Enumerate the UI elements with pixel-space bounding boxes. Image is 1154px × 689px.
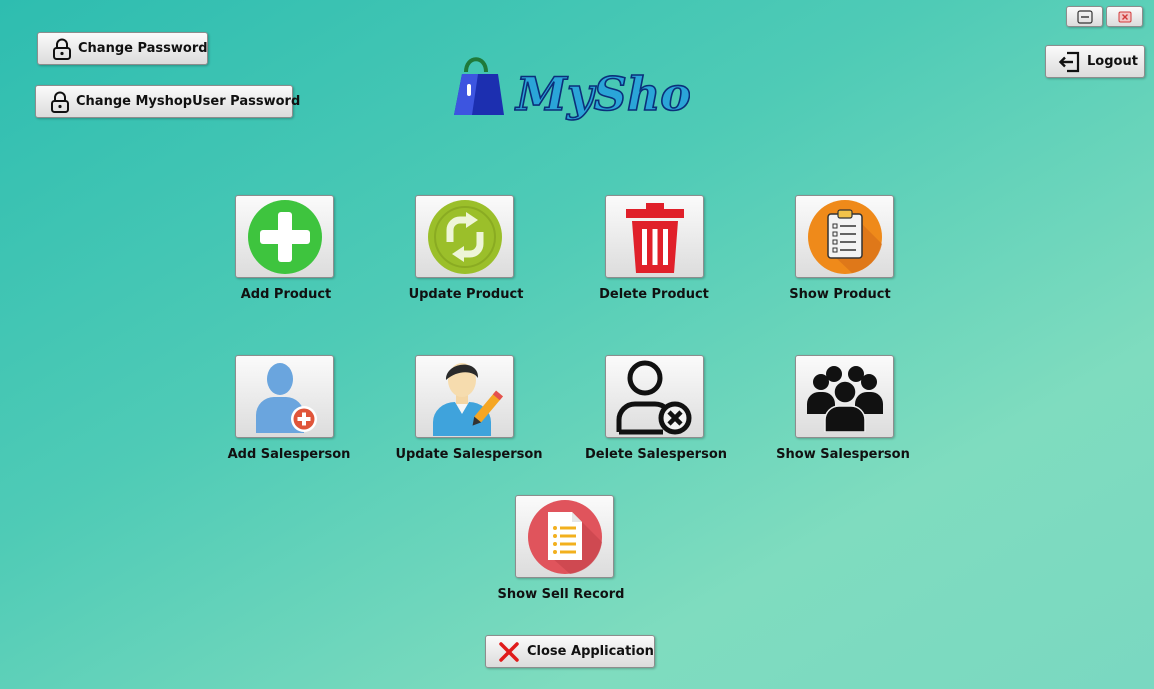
show-product-label: Show Product xyxy=(789,287,891,302)
lock-icon xyxy=(53,38,71,60)
delete-salesperson-button[interactable] xyxy=(605,355,704,438)
delete-salesperson-label: Delete Salesperson xyxy=(584,447,728,462)
show-salesperson-button[interactable] xyxy=(795,355,894,438)
refresh-icon xyxy=(427,199,502,274)
minimize-icon xyxy=(1076,9,1093,24)
update-salesperson-button[interactable] xyxy=(415,355,514,438)
change-myshopuser-password-button[interactable]: Change MyshopUser Password xyxy=(35,85,300,118)
change-myshopuser-password-label: Change MyshopUser Password xyxy=(76,94,301,109)
myshop-logo: MyShop xyxy=(450,50,690,130)
close-window-icon xyxy=(1118,11,1131,22)
close-application-label: Close Application xyxy=(527,644,654,659)
logout-button[interactable]: Logout xyxy=(1045,45,1145,78)
update-product-button[interactable] xyxy=(415,195,514,278)
close-application-button[interactable]: Close Application xyxy=(485,635,655,668)
logout-label: Logout xyxy=(1087,54,1138,69)
remove-user-icon xyxy=(616,360,691,434)
add-salesperson-label: Add Salesperson xyxy=(227,447,351,462)
add-product-label: Add Product xyxy=(240,287,332,302)
clipboard-icon xyxy=(807,199,882,274)
trash-icon xyxy=(625,202,684,273)
edit-user-icon xyxy=(432,362,503,436)
add-user-icon xyxy=(255,362,317,433)
show-sell-record-button[interactable] xyxy=(515,495,614,578)
add-product-button[interactable] xyxy=(235,195,334,278)
delete-product-label: Delete Product xyxy=(599,287,709,302)
plus-icon xyxy=(247,199,322,274)
add-salesperson-button[interactable] xyxy=(235,355,334,438)
close-window-button[interactable] xyxy=(1106,6,1143,27)
change-password-label: Change Password xyxy=(78,41,208,56)
show-salesperson-label: Show Salesperson xyxy=(776,447,910,462)
logout-icon xyxy=(1058,51,1080,72)
logo-wordmark: MyShop xyxy=(514,66,690,122)
update-salesperson-label: Update Salesperson xyxy=(395,447,543,462)
group-icon xyxy=(806,365,883,432)
update-product-label: Update Product xyxy=(408,287,524,302)
document-icon xyxy=(527,499,602,574)
close-icon xyxy=(499,641,519,662)
logo-text: MyShop xyxy=(514,67,690,121)
lock-icon xyxy=(51,91,69,113)
change-password-button[interactable]: Change Password xyxy=(37,32,208,65)
minimize-button[interactable] xyxy=(1066,6,1103,27)
show-product-button[interactable] xyxy=(795,195,894,278)
delete-product-button[interactable] xyxy=(605,195,704,278)
show-sell-record-label: Show Sell Record xyxy=(497,587,625,602)
